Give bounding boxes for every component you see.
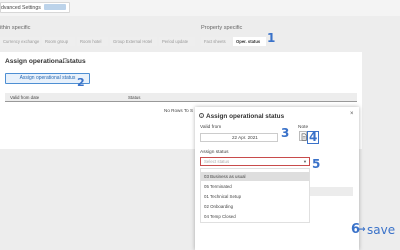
annotation-5: 5 [312,157,321,171]
document-icon [301,133,306,140]
close-icon[interactable]: × [350,111,354,117]
tab-group-external-hotel[interactable]: Group External Hotel [110,37,157,46]
info-icon: i [63,58,68,63]
column-header-valid-from[interactable]: Valid from date [10,95,39,100]
annotation-1: 1 [267,31,276,45]
note-button[interactable] [299,131,307,141]
dialog-title: Assign operational status [206,113,285,120]
status-option-temp-closed[interactable]: 04 Temp Closed [204,212,308,221]
tab-currency-exchange[interactable]: Currency exchange [0,37,40,46]
tab-room-group[interactable]: Room group [42,37,75,46]
section-label-within: ithin specific [0,25,31,31]
status-option-technical-setup[interactable]: 01 Technical Setup [204,192,308,201]
valid-from-date-input[interactable]: 22 Apr. 2021 [200,133,278,142]
table-header [5,93,357,102]
annotation-3: 3 [281,126,290,140]
tab-fact-sheets[interactable]: Fact sheets [201,37,231,46]
annotation-save: save [367,223,396,237]
tab-room-hotel[interactable]: Room hotel [77,37,108,46]
tab-period-update[interactable]: Period update [159,37,195,46]
note-label: Note [298,125,309,130]
assign-status-label: Assign status [200,150,229,155]
chevron-down-icon[interactable]: ▼ [303,159,307,164]
status-option-terminated[interactable]: 05 Terminated [204,182,308,191]
empty-table-message: No Rows To S [164,108,194,113]
dialog-background-field [310,187,353,196]
annotation-4-box [307,131,319,144]
column-header-status[interactable]: Status [128,95,140,100]
tab-oper-status[interactable]: Oper. status [233,37,266,46]
annotation-2: 2 [77,76,85,89]
status-option-onboarding[interactable]: 02 Onboarding [204,202,308,211]
section-label-property: Property specific [201,25,243,31]
status-select[interactable]: Select status [200,157,310,166]
panel-title: Assign operational status [5,58,86,65]
annotation-arrow: → [358,225,366,235]
breadcrumb-label: dvanced Settings [1,5,41,11]
status-option-business-as-usual[interactable]: 03 Business as usual [201,172,309,181]
valid-from-label: Valid from [200,125,222,130]
breadcrumb-highlight [44,4,66,10]
circle-i-icon: i [199,113,204,118]
